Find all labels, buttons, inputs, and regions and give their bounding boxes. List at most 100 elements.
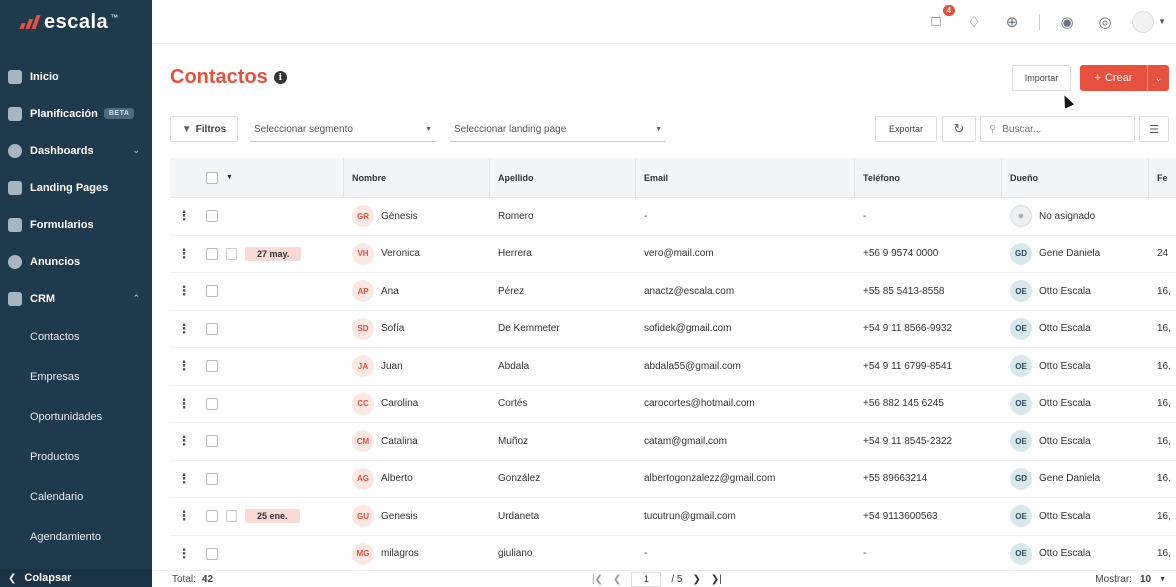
table-row[interactable]: ⋮ SD Sofía De Kemmeter sofidek@gmail.com +54 …	[170, 311, 1176, 348]
refresh-icon: ↻	[953, 121, 965, 136]
cell-nombre[interactable]: CM Catalina	[344, 423, 490, 460]
sidebar-item-crm[interactable]: CRM ⌃	[0, 280, 152, 317]
filters-button[interactable]: ▼ Filtros	[170, 116, 238, 142]
sidebar-item-formularios[interactable]: Formularios	[0, 206, 152, 243]
filter-icon	[8, 106, 22, 121]
sidebar-item-anuncios[interactable]: Anuncios	[0, 243, 152, 280]
row-menu-icon[interactable]: ⋮	[170, 386, 198, 423]
sidebar-subitem-calendario[interactable]: Calendario	[0, 477, 152, 517]
cell-apellido: Romero	[498, 210, 534, 222]
first-page-icon[interactable]: |❮	[592, 574, 603, 585]
row-menu-icon[interactable]: ⋮	[170, 273, 198, 310]
import-button[interactable]: Importar	[1012, 65, 1071, 91]
column-header-fecha[interactable]: Fe	[1149, 158, 1176, 197]
contact-name: Ana	[381, 285, 399, 297]
sidebar-item-landing-pages[interactable]: Landing Pages	[0, 169, 152, 206]
search-input[interactable]	[1002, 123, 1123, 135]
table-row[interactable]: ⋮ CC Carolina Cortés carocortes@hotmail.com +…	[170, 386, 1176, 423]
gamepad-button[interactable]: ◉	[1056, 11, 1078, 33]
table-row[interactable]: ⋮ 25 ene. GU Genesis Urdaneta tucutrun@gmail.…	[170, 498, 1176, 536]
column-header-nombre[interactable]: Nombre	[344, 158, 490, 197]
sidebar-item-inicio[interactable]: Inicio	[0, 58, 152, 95]
page-input[interactable]: 1	[631, 571, 662, 587]
caret-down-icon[interactable]: ▼	[1158, 17, 1166, 26]
select-all-checkbox[interactable]	[206, 171, 218, 184]
cell-nombre[interactable]: GR Génesis	[344, 198, 490, 235]
column-header-telefono[interactable]: Teléfono	[855, 158, 1002, 197]
row-menu-icon[interactable]: ⋮	[170, 461, 198, 498]
cell-nombre[interactable]: AG Alberto	[344, 461, 490, 498]
segment-select[interactable]: Seleccionar segmento ▼	[250, 118, 436, 142]
create-main[interactable]: + Crear	[1080, 65, 1147, 91]
table-row[interactable]: ⋮ AP Ana Pérez anactz@escala.com +55 85 5413-…	[170, 273, 1176, 311]
row-menu-icon[interactable]: ⋮	[170, 423, 198, 460]
row-menu-icon[interactable]: ⋮	[170, 348, 198, 385]
table-row[interactable]: ⋮ MG milagros giuliano - - OE Otto Escala 16,	[170, 536, 1176, 573]
cell-nombre[interactable]: CC Carolina	[344, 386, 490, 423]
filters-label: Filtros	[195, 123, 227, 135]
page-size-select[interactable]: 10	[1140, 574, 1151, 585]
owner-name: Otto Escala	[1039, 510, 1091, 522]
logo[interactable]: escala ™	[0, 0, 152, 44]
table-row[interactable]: ⋮ CM Catalina Muñoz catam@gmail.com +54 9 11 …	[170, 423, 1176, 461]
cell-nombre[interactable]: JA Juan	[344, 348, 490, 385]
cell-nombre[interactable]: GU Genesis	[344, 498, 490, 535]
sidebar-subitem-contactos[interactable]: Contactos	[0, 317, 152, 357]
collapse-sidebar-button[interactable]: ❮ Colapsar	[0, 569, 152, 587]
cell-nombre[interactable]: SD Sofía	[344, 311, 490, 348]
row-menu-icon[interactable]: ⋮	[170, 498, 198, 535]
column-header-email[interactable]: Email	[636, 158, 855, 197]
contact-name: Carolina	[381, 398, 419, 410]
refresh-button[interactable]: ↻	[942, 116, 976, 142]
table-row[interactable]: ⋮ JA Juan Abdala abdala55@gmail.com +54 9 11 …	[170, 348, 1176, 386]
table-row[interactable]: ⋮ 27 may. VH Veronica Herrera vero@mail.com +5…	[170, 236, 1176, 273]
create-button[interactable]: + Crear ⌄	[1080, 65, 1169, 91]
row-checkbox[interactable]	[206, 397, 218, 410]
user-avatar[interactable]	[1132, 10, 1155, 33]
contact-avatar: GR	[352, 205, 374, 228]
info-icon[interactable]: i	[273, 71, 287, 84]
landing-select[interactable]: Seleccionar landing page ▼	[450, 118, 666, 142]
cell-nombre[interactable]: MG milagros	[344, 536, 490, 573]
column-settings-button[interactable]: ☰	[1139, 116, 1169, 142]
export-button[interactable]: Exportar	[875, 116, 937, 142]
bell-button[interactable]: ♢	[963, 11, 985, 33]
sidebar-item-planificacion[interactable]: Planificación BETA	[0, 95, 152, 132]
column-header-apellido[interactable]: Apellido	[490, 158, 636, 197]
sidebar-subitem-oportunidades[interactable]: Oportunidades	[0, 397, 152, 437]
sidebar-subitem-empresas[interactable]: Empresas	[0, 357, 152, 397]
row-menu-icon[interactable]: ⋮	[170, 236, 198, 273]
cell-nombre[interactable]: AP Ana	[344, 273, 490, 310]
row-checkbox[interactable]	[206, 247, 218, 260]
table-row[interactable]: ⋮ GR Génesis Romero - - ● No asignado	[170, 198, 1176, 236]
row-menu-icon[interactable]: ⋮	[170, 198, 198, 235]
row-menu-icon[interactable]: ⋮	[170, 536, 198, 573]
row-checkbox[interactable]	[206, 435, 218, 448]
row-checkbox[interactable]	[206, 547, 218, 560]
create-dropdown-button[interactable]: ⌄	[1147, 65, 1169, 91]
caret-down-icon[interactable]: ▼	[226, 174, 233, 181]
table-row[interactable]: ⋮ AG Alberto González albertogonzalezz@gmail…	[170, 461, 1176, 498]
caret-down-icon[interactable]: ▼	[1159, 576, 1166, 583]
row-checkbox[interactable]	[206, 210, 218, 223]
cell-nombre[interactable]: VH Veronica	[344, 236, 490, 273]
chat-button[interactable]: □ 4	[925, 4, 956, 33]
row-checkbox[interactable]	[206, 285, 218, 298]
search-box[interactable]: ⚲	[980, 116, 1135, 142]
row-menu-icon[interactable]: ⋮	[170, 311, 198, 348]
row-checkbox[interactable]	[206, 322, 218, 335]
prev-page-icon[interactable]: ❮	[613, 574, 621, 585]
row-checkbox[interactable]	[206, 472, 218, 485]
add-button[interactable]: ⊕	[1001, 11, 1023, 33]
row-select-cell	[198, 461, 344, 498]
sidebar-subitem-agendamiento[interactable]: Agendamiento	[0, 517, 152, 557]
next-page-icon[interactable]: ❯	[693, 574, 701, 585]
row-checkbox[interactable]	[206, 510, 218, 523]
sidebar-subitem-productos[interactable]: Productos	[0, 437, 152, 477]
sidebar-item-label: Formularios	[30, 218, 94, 231]
support-button[interactable]: ◎	[1094, 11, 1116, 33]
sidebar-item-dashboards[interactable]: Dashboards ⌄	[0, 132, 152, 169]
column-header-dueno[interactable]: Dueño	[1002, 158, 1149, 197]
last-page-icon[interactable]: ❯|	[711, 574, 722, 585]
row-checkbox[interactable]	[206, 360, 218, 373]
